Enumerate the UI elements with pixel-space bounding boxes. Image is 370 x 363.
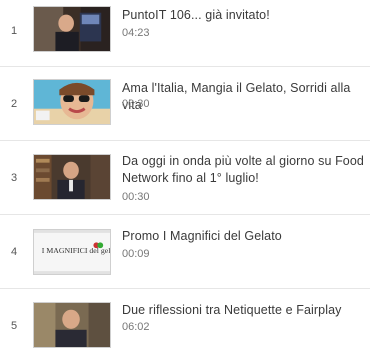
- video-playlist: 1 PuntoIT 106... già invitato! 04:23 2 A…: [0, 0, 370, 348]
- video-thumbnail[interactable]: [33, 79, 111, 125]
- item-index: 4: [11, 246, 18, 258]
- man-with-book-thumbnail-image: [34, 7, 110, 51]
- playlist-item[interactable]: 3 Da oggi in onda più volte al giorno su…: [0, 141, 370, 215]
- video-thumbnail[interactable]: [33, 6, 111, 52]
- video-duration: 00:30: [122, 191, 150, 203]
- man-speaking-thumbnail-image: [34, 303, 110, 347]
- item-index: 5: [11, 320, 18, 332]
- video-thumbnail[interactable]: I MAGNIFICI del gelato: [33, 229, 111, 275]
- video-title[interactable]: PuntoIT 106... già invitato!: [122, 7, 368, 24]
- video-duration: 00:30: [122, 98, 150, 110]
- magnifici-logo-thumbnail-image: I MAGNIFICI del gelato: [34, 230, 110, 274]
- video-thumbnail[interactable]: [33, 302, 111, 348]
- item-index: 1: [11, 25, 18, 37]
- video-title[interactable]: Due riflessioni tra Netiquette e Fairpla…: [122, 302, 368, 319]
- video-title[interactable]: Promo I Magnifici del Gelato: [122, 228, 368, 245]
- video-duration: 00:09: [122, 248, 150, 260]
- playlist-item[interactable]: 1 PuntoIT 106... già invitato! 04:23: [0, 0, 370, 67]
- playlist-item[interactable]: 2 Ama l'Italia, Mangia il Gelato, Sorrid…: [0, 67, 370, 141]
- video-duration: 04:23: [122, 27, 150, 39]
- woman-with-sunglasses-thumbnail-image: [34, 80, 110, 124]
- video-thumbnail[interactable]: [33, 154, 111, 200]
- playlist-item[interactable]: 5 Due riflessioni tra Netiquette e Fairp…: [0, 289, 370, 363]
- video-title[interactable]: Da oggi in onda più volte al giorno su F…: [122, 153, 368, 187]
- item-index: 2: [11, 98, 18, 110]
- playlist-item[interactable]: 4 I MAGNIFICI del gelato Promo I Magnifi…: [0, 215, 370, 289]
- item-index: 3: [11, 172, 18, 184]
- video-duration: 06:02: [122, 321, 150, 333]
- video-title[interactable]: Ama l'Italia, Mangia il Gelato, Sorridi …: [122, 80, 368, 114]
- man-in-library-thumbnail-image: [34, 155, 110, 199]
